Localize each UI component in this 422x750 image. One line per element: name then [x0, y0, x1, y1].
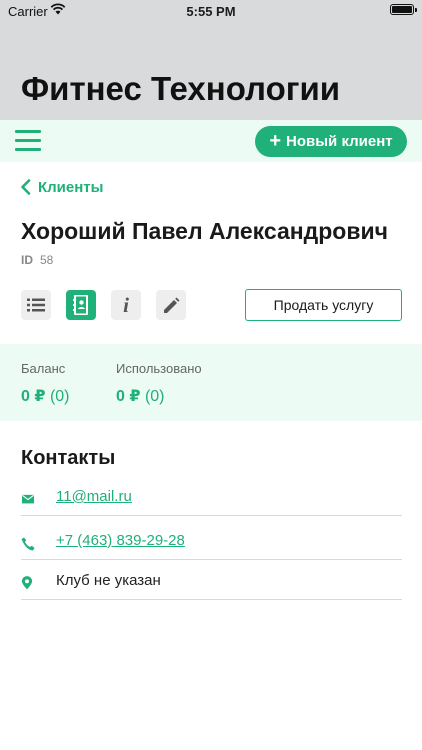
new-client-label: Новый клиент — [286, 133, 393, 150]
tab-list[interactable] — [21, 290, 51, 320]
balance-label: Баланс — [21, 361, 66, 376]
used-extra: (0) — [144, 388, 165, 405]
contact-row-email: 11@mail.ru — [21, 486, 402, 516]
new-client-button[interactable]: + Новый клиент — [255, 126, 407, 157]
edit-pencil-icon — [163, 297, 179, 313]
client-id: ID 58 — [21, 253, 53, 267]
contact-card-icon — [73, 295, 88, 315]
contacts-title: Контакты — [21, 447, 116, 469]
app-title: Фитнес Технологии — [21, 70, 341, 107]
menu-icon[interactable] — [15, 130, 41, 152]
mail-icon — [22, 494, 34, 504]
battery-icon — [390, 4, 417, 15]
phone-icon — [21, 537, 35, 551]
email-link[interactable]: 11@mail.ru — [56, 488, 132, 505]
status-time: 5:55 PM — [186, 4, 236, 19]
chevron-left-icon — [21, 179, 31, 195]
phone-link[interactable]: +7 (463) 839-29-28 — [56, 532, 185, 549]
id-label: ID — [21, 253, 33, 267]
used-value: 0 ₽ (0) — [116, 386, 165, 406]
back-link[interactable]: Клиенты — [20, 177, 103, 197]
tab-info[interactable]: i — [111, 290, 141, 320]
info-icon: i — [123, 292, 129, 317]
back-label: Клиенты — [38, 178, 104, 196]
balance-extra: (0) — [49, 388, 70, 405]
id-value: 58 — [40, 253, 54, 267]
balance-panel — [0, 344, 422, 421]
list-icon — [27, 298, 45, 312]
tab-edit[interactable] — [156, 290, 186, 320]
tab-contacts[interactable] — [66, 290, 96, 320]
plus-icon: + — [269, 130, 282, 152]
contact-row-club: Клуб не указан — [21, 570, 402, 600]
sell-service-button[interactable]: Продать услугу — [245, 289, 402, 321]
client-name: Хороший Павел Александрович — [21, 218, 388, 244]
used-amount: 0 ₽ — [116, 388, 141, 405]
location-pin-icon — [21, 576, 33, 590]
contact-row-phone: +7 (463) 839-29-28 — [21, 530, 402, 560]
status-bar: Carrier 5:55 PM — [0, 0, 422, 22]
used-label: Использовано — [116, 361, 202, 376]
club-text: Клуб не указан — [56, 572, 161, 589]
balance-amount: 0 ₽ — [21, 388, 46, 405]
balance-value: 0 ₽ (0) — [21, 386, 70, 406]
